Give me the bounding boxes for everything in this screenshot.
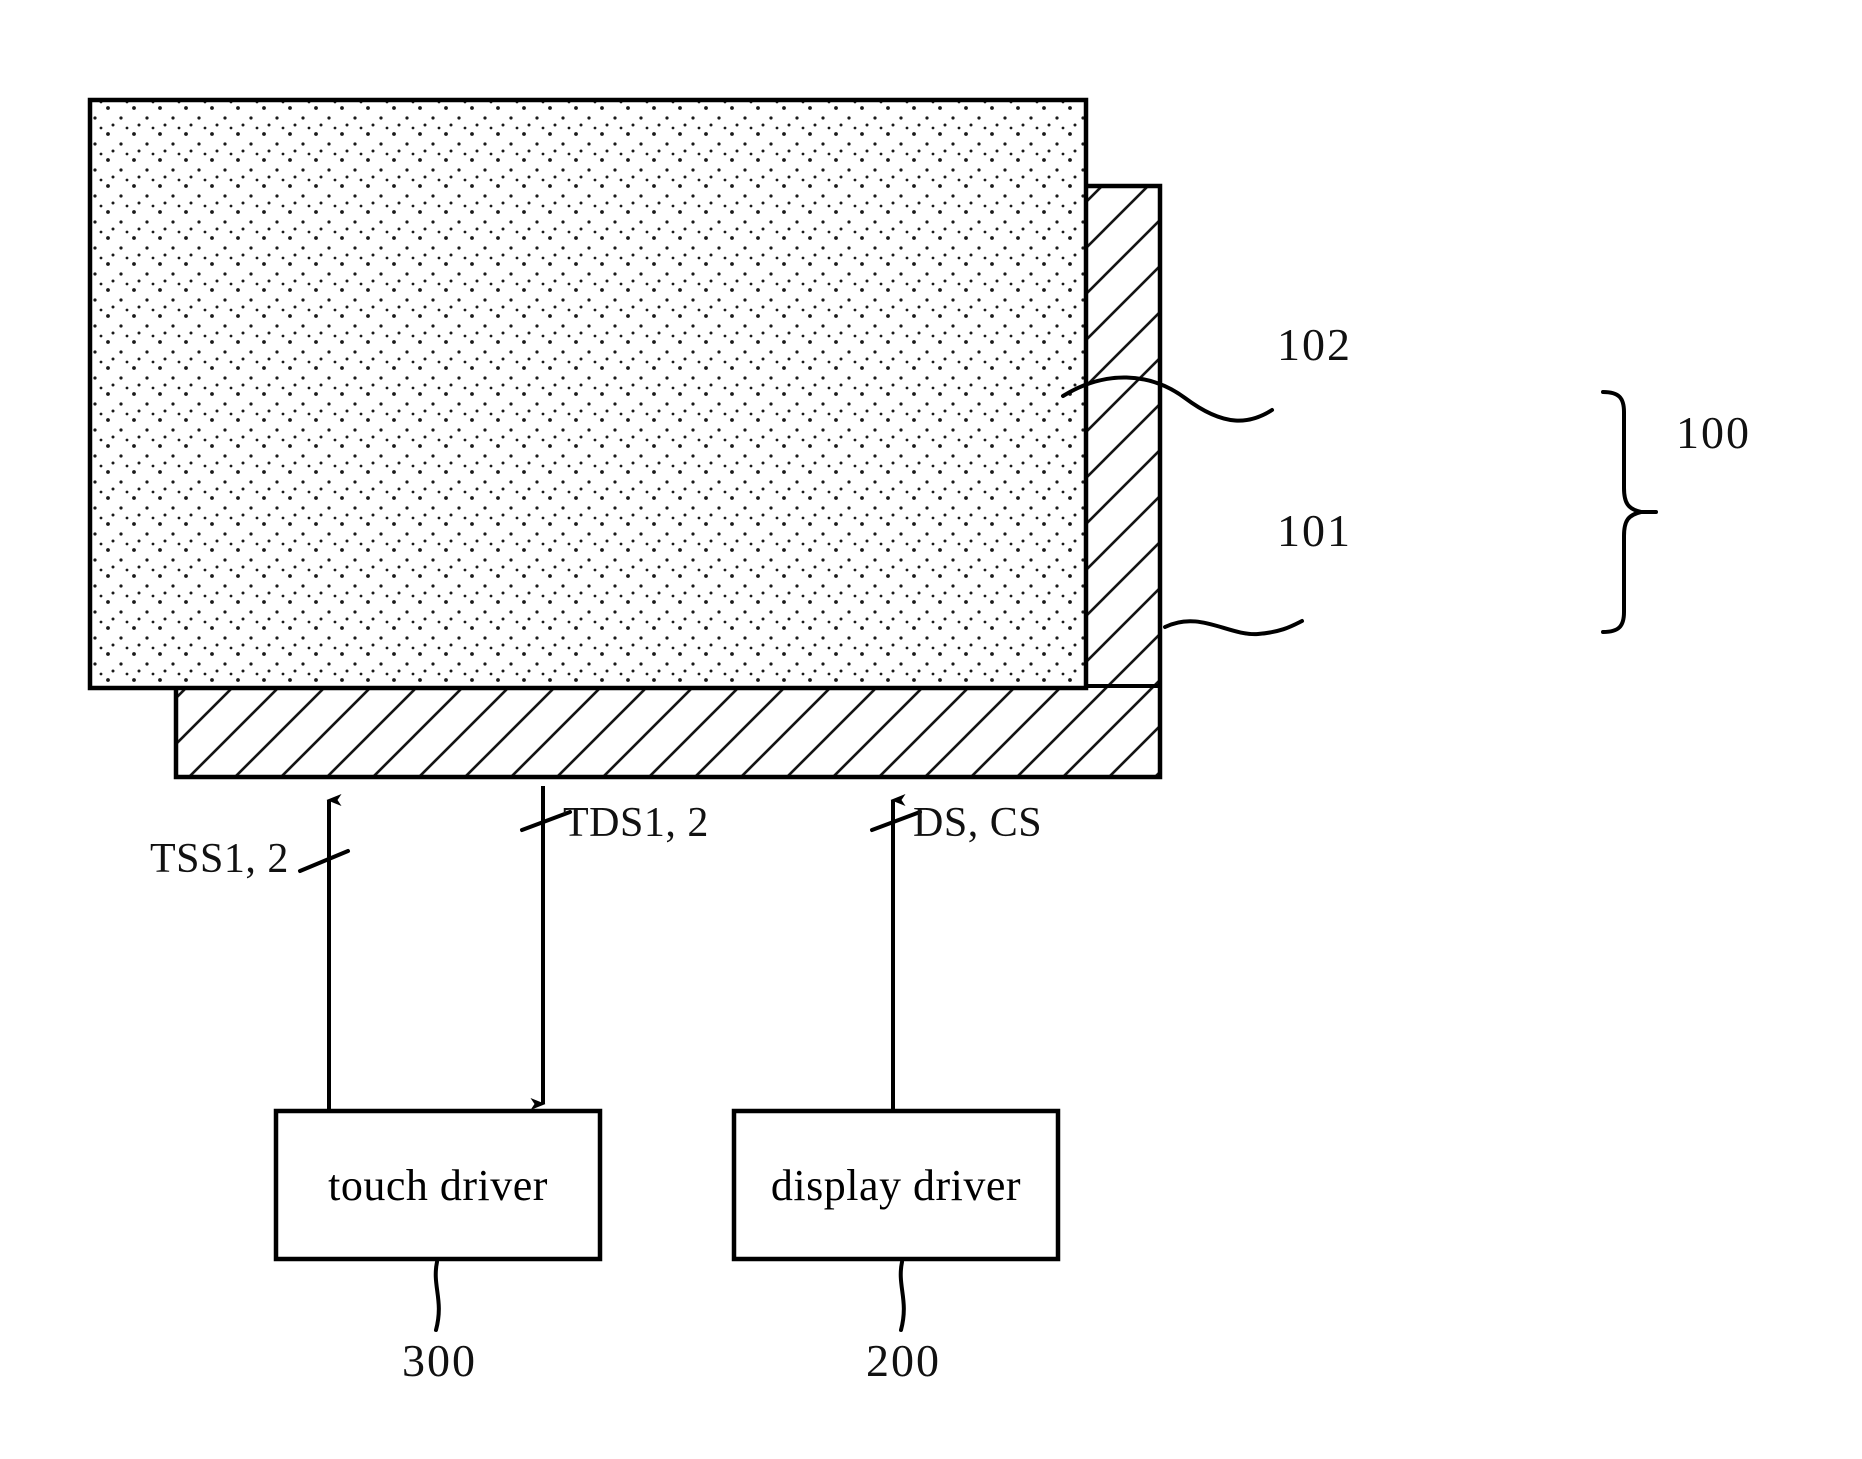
display-panel-102	[87, 97, 1089, 691]
ref-numeral-101: 101	[1277, 505, 1352, 556]
ref-numeral-100: 100	[1676, 407, 1751, 458]
ref-numeral-102: 102	[1277, 319, 1352, 370]
patent-figure: 102 101 100 TSS1, 2 TDS1, 2 DS, CS touch…	[0, 0, 1862, 1459]
signal-label-dscs: DS, CS	[913, 800, 1043, 846]
signal-label-tss: TSS1, 2	[150, 836, 289, 882]
box-ref-leaders	[433, 1260, 906, 1332]
signal-label-tds: TDS1, 2	[563, 800, 709, 846]
ref-numeral-200: 200	[866, 1335, 941, 1386]
touch-driver-label: touch driver	[328, 1160, 548, 1210]
display-driver-label-wrap: display driver	[734, 1111, 1058, 1259]
brace-100	[1601, 390, 1658, 634]
ref-numeral-300: 300	[402, 1335, 477, 1386]
touch-driver-label-wrap: touch driver	[276, 1111, 600, 1259]
display-driver-label: display driver	[770, 1160, 1022, 1210]
